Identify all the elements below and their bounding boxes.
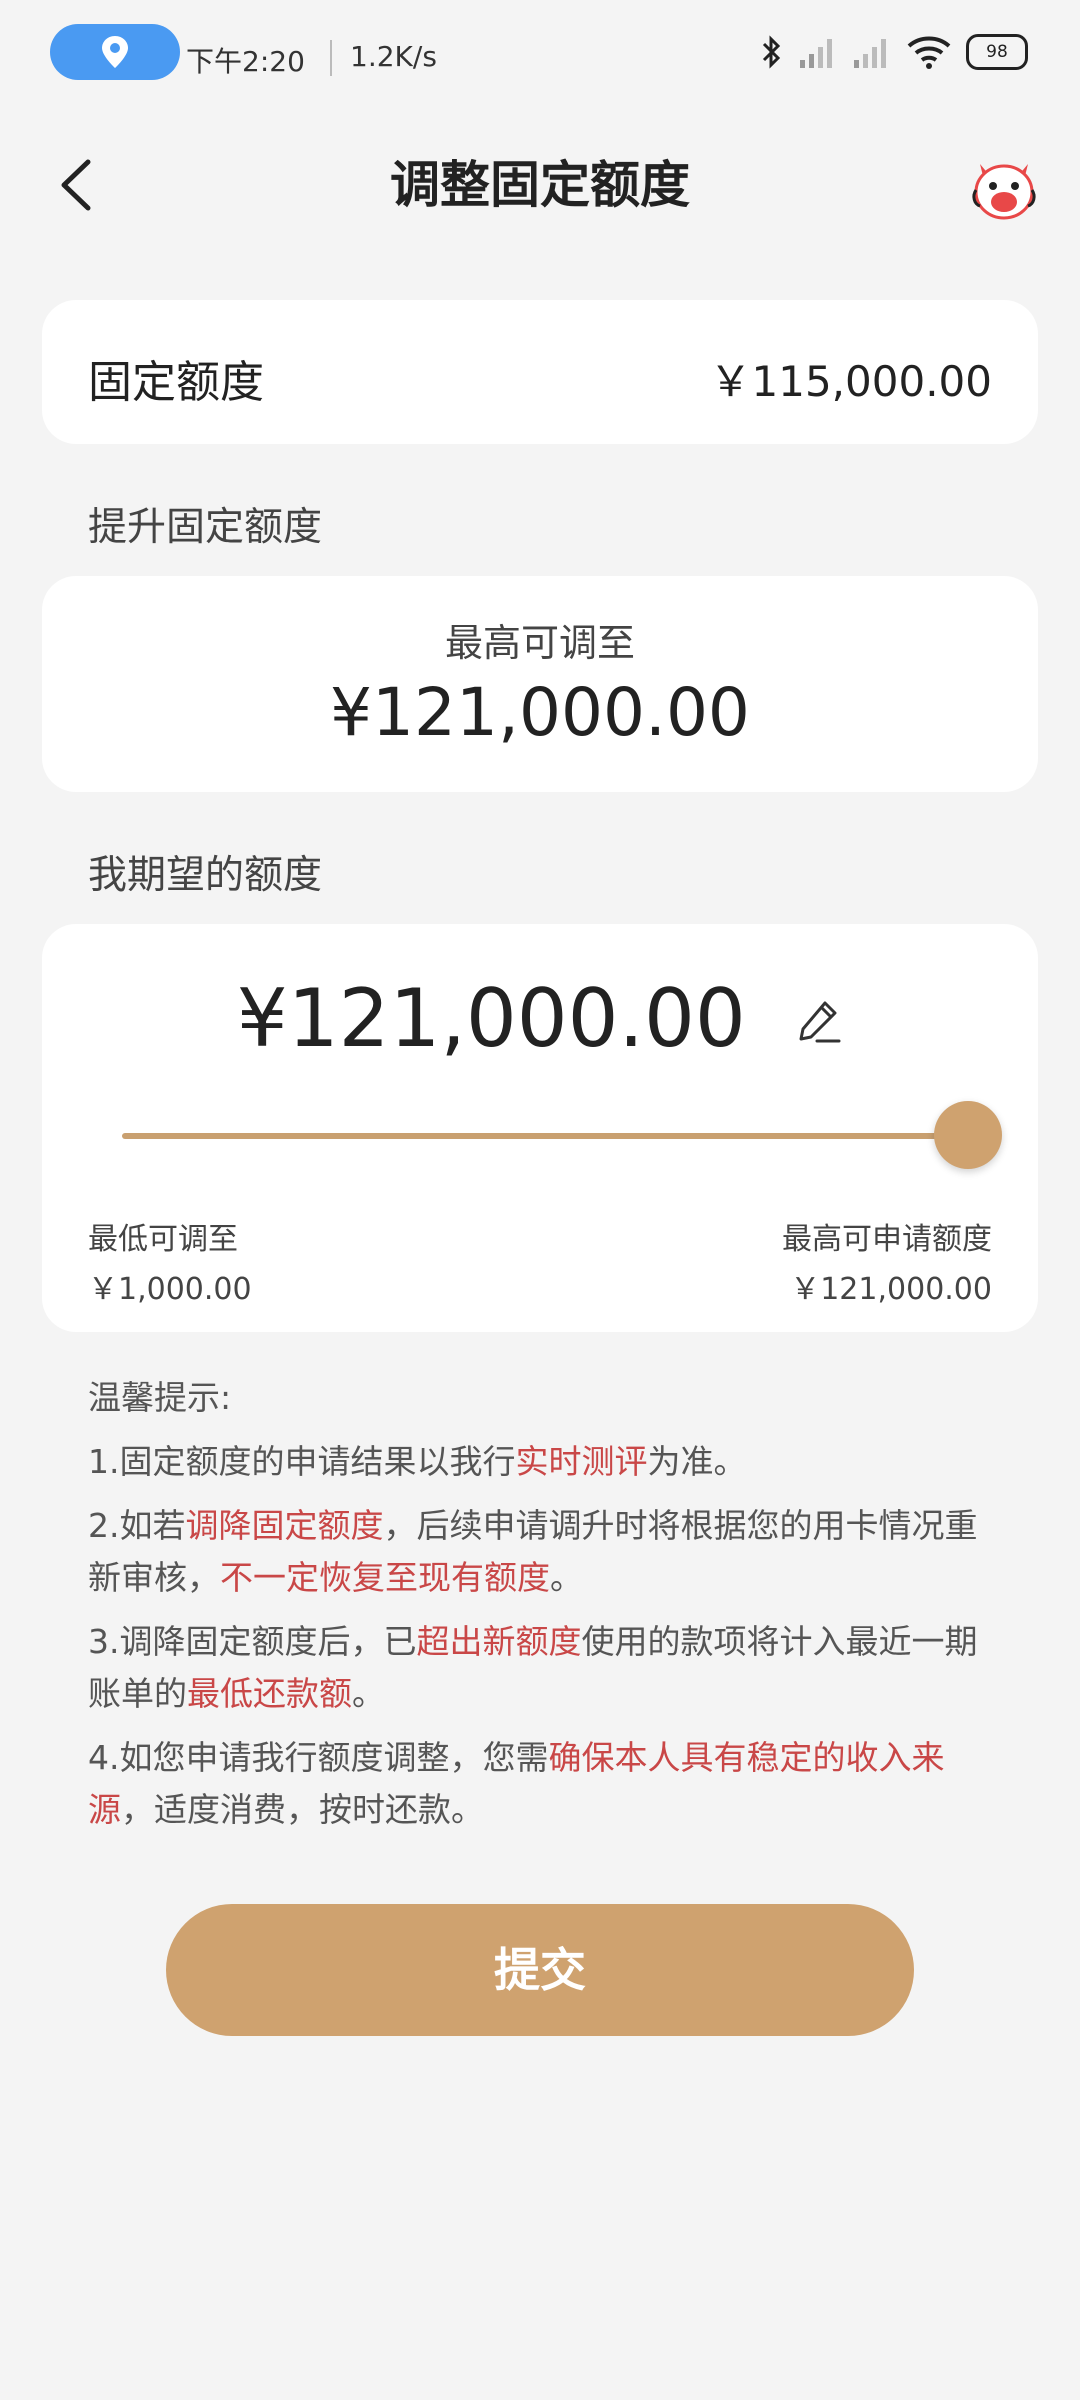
tip-text: 1.固定额度的申请结果以我行 [88, 1442, 516, 1481]
status-network-speed: 1.2K/s [350, 40, 437, 73]
tip-text: 为准。 [647, 1442, 747, 1481]
min-limit-value: ￥1,000.00 [88, 1272, 252, 1307]
tip-item-1: 1.固定额度的申请结果以我行实时测评为准。 [88, 1436, 998, 1488]
signal-icon [800, 39, 832, 68]
tip-text: 。 [352, 1674, 385, 1713]
bluetooth-icon [762, 35, 781, 69]
status-time: 下午2:20 [186, 45, 305, 78]
status-separator [330, 40, 332, 76]
max-apply-value: ￥121,000.00 [790, 1272, 992, 1307]
expected-limit-value[interactable]: ¥121,000.00 [237, 972, 746, 1065]
limit-slider-track[interactable] [122, 1133, 968, 1139]
max-apply-label: 最高可申请额度 [782, 1222, 992, 1257]
tip-highlight: 超出新额度 [416, 1622, 582, 1661]
max-adjust-label: 最高可调至 [444, 621, 635, 665]
mascot-icon [972, 164, 1036, 220]
battery-icon: 98 [966, 34, 1028, 70]
expect-section-title: 我期望的额度 [88, 853, 323, 898]
min-limit-label: 最低可调至 [88, 1222, 238, 1257]
tip-highlight: 实时测评 [515, 1442, 648, 1481]
submit-button[interactable]: 提交 [166, 1904, 914, 2036]
limit-slider-thumb[interactable] [934, 1101, 1002, 1169]
expected-limit-display: ¥121,000.00 [42, 966, 1038, 1065]
page-title: 调整固定额度 [390, 156, 690, 214]
tip-highlight: 最低还款额 [187, 1674, 352, 1713]
customer-service-button[interactable] [966, 150, 1042, 226]
tips-title: 温馨提示: [88, 1378, 232, 1417]
status-bar: 下午2:20 1.2K/s 98 [0, 0, 1080, 110]
fixed-limit-card: 固定额度 ￥115,000.00 [42, 300, 1038, 444]
expected-limit-card: ¥121,000.00 最低可调至 ￥1,000.00 最高可申请额度 ￥121… [42, 924, 1038, 1332]
tips-section: 温馨提示: 1.固定额度的申请结果以我行实时测评为准。 2.如若调降固定额度，后… [88, 1372, 998, 1848]
signal-icon [854, 39, 886, 68]
tip-text: 2.如若 [88, 1506, 186, 1545]
tip-highlight: 不一定恢复至现有额度 [220, 1558, 550, 1597]
tip-item-4: 4.如您申请我行额度调整，您需确保本人具有稳定的收入来源，适度消费，按时还款。 [88, 1732, 998, 1836]
location-indicator [50, 24, 180, 80]
max-adjust-card: 最高可调至 ¥121,000.00 [42, 576, 1038, 792]
navigation-bar: 调整固定额度 [0, 130, 1080, 240]
tip-text: ，适度消费，按时还款。 [121, 1790, 484, 1829]
edit-icon[interactable] [795, 997, 843, 1045]
raise-section-title: 提升固定额度 [88, 505, 323, 550]
fixed-limit-value: ￥115,000.00 [709, 357, 992, 406]
tip-text: 4.如您申请我行额度调整，您需 [88, 1738, 549, 1777]
location-icon [102, 36, 128, 68]
tip-item-2: 2.如若调降固定额度，后续申请调升时将根据您的用卡情况重新审核，不一定恢复至现有… [88, 1500, 998, 1604]
tip-highlight: 调降固定额度 [185, 1506, 384, 1545]
status-icons: 98 [760, 30, 1028, 74]
tip-item-3: 3.调降固定额度后，已超出新额度使用的款项将计入最近一期账单的最低还款额。 [88, 1616, 998, 1720]
wifi-icon [907, 36, 951, 69]
max-adjust-value: ¥121,000.00 [330, 674, 750, 751]
fixed-limit-label: 固定额度 [88, 357, 264, 408]
tip-text: 。 [550, 1558, 583, 1597]
tip-text: 3.调降固定额度后，已 [88, 1622, 417, 1661]
